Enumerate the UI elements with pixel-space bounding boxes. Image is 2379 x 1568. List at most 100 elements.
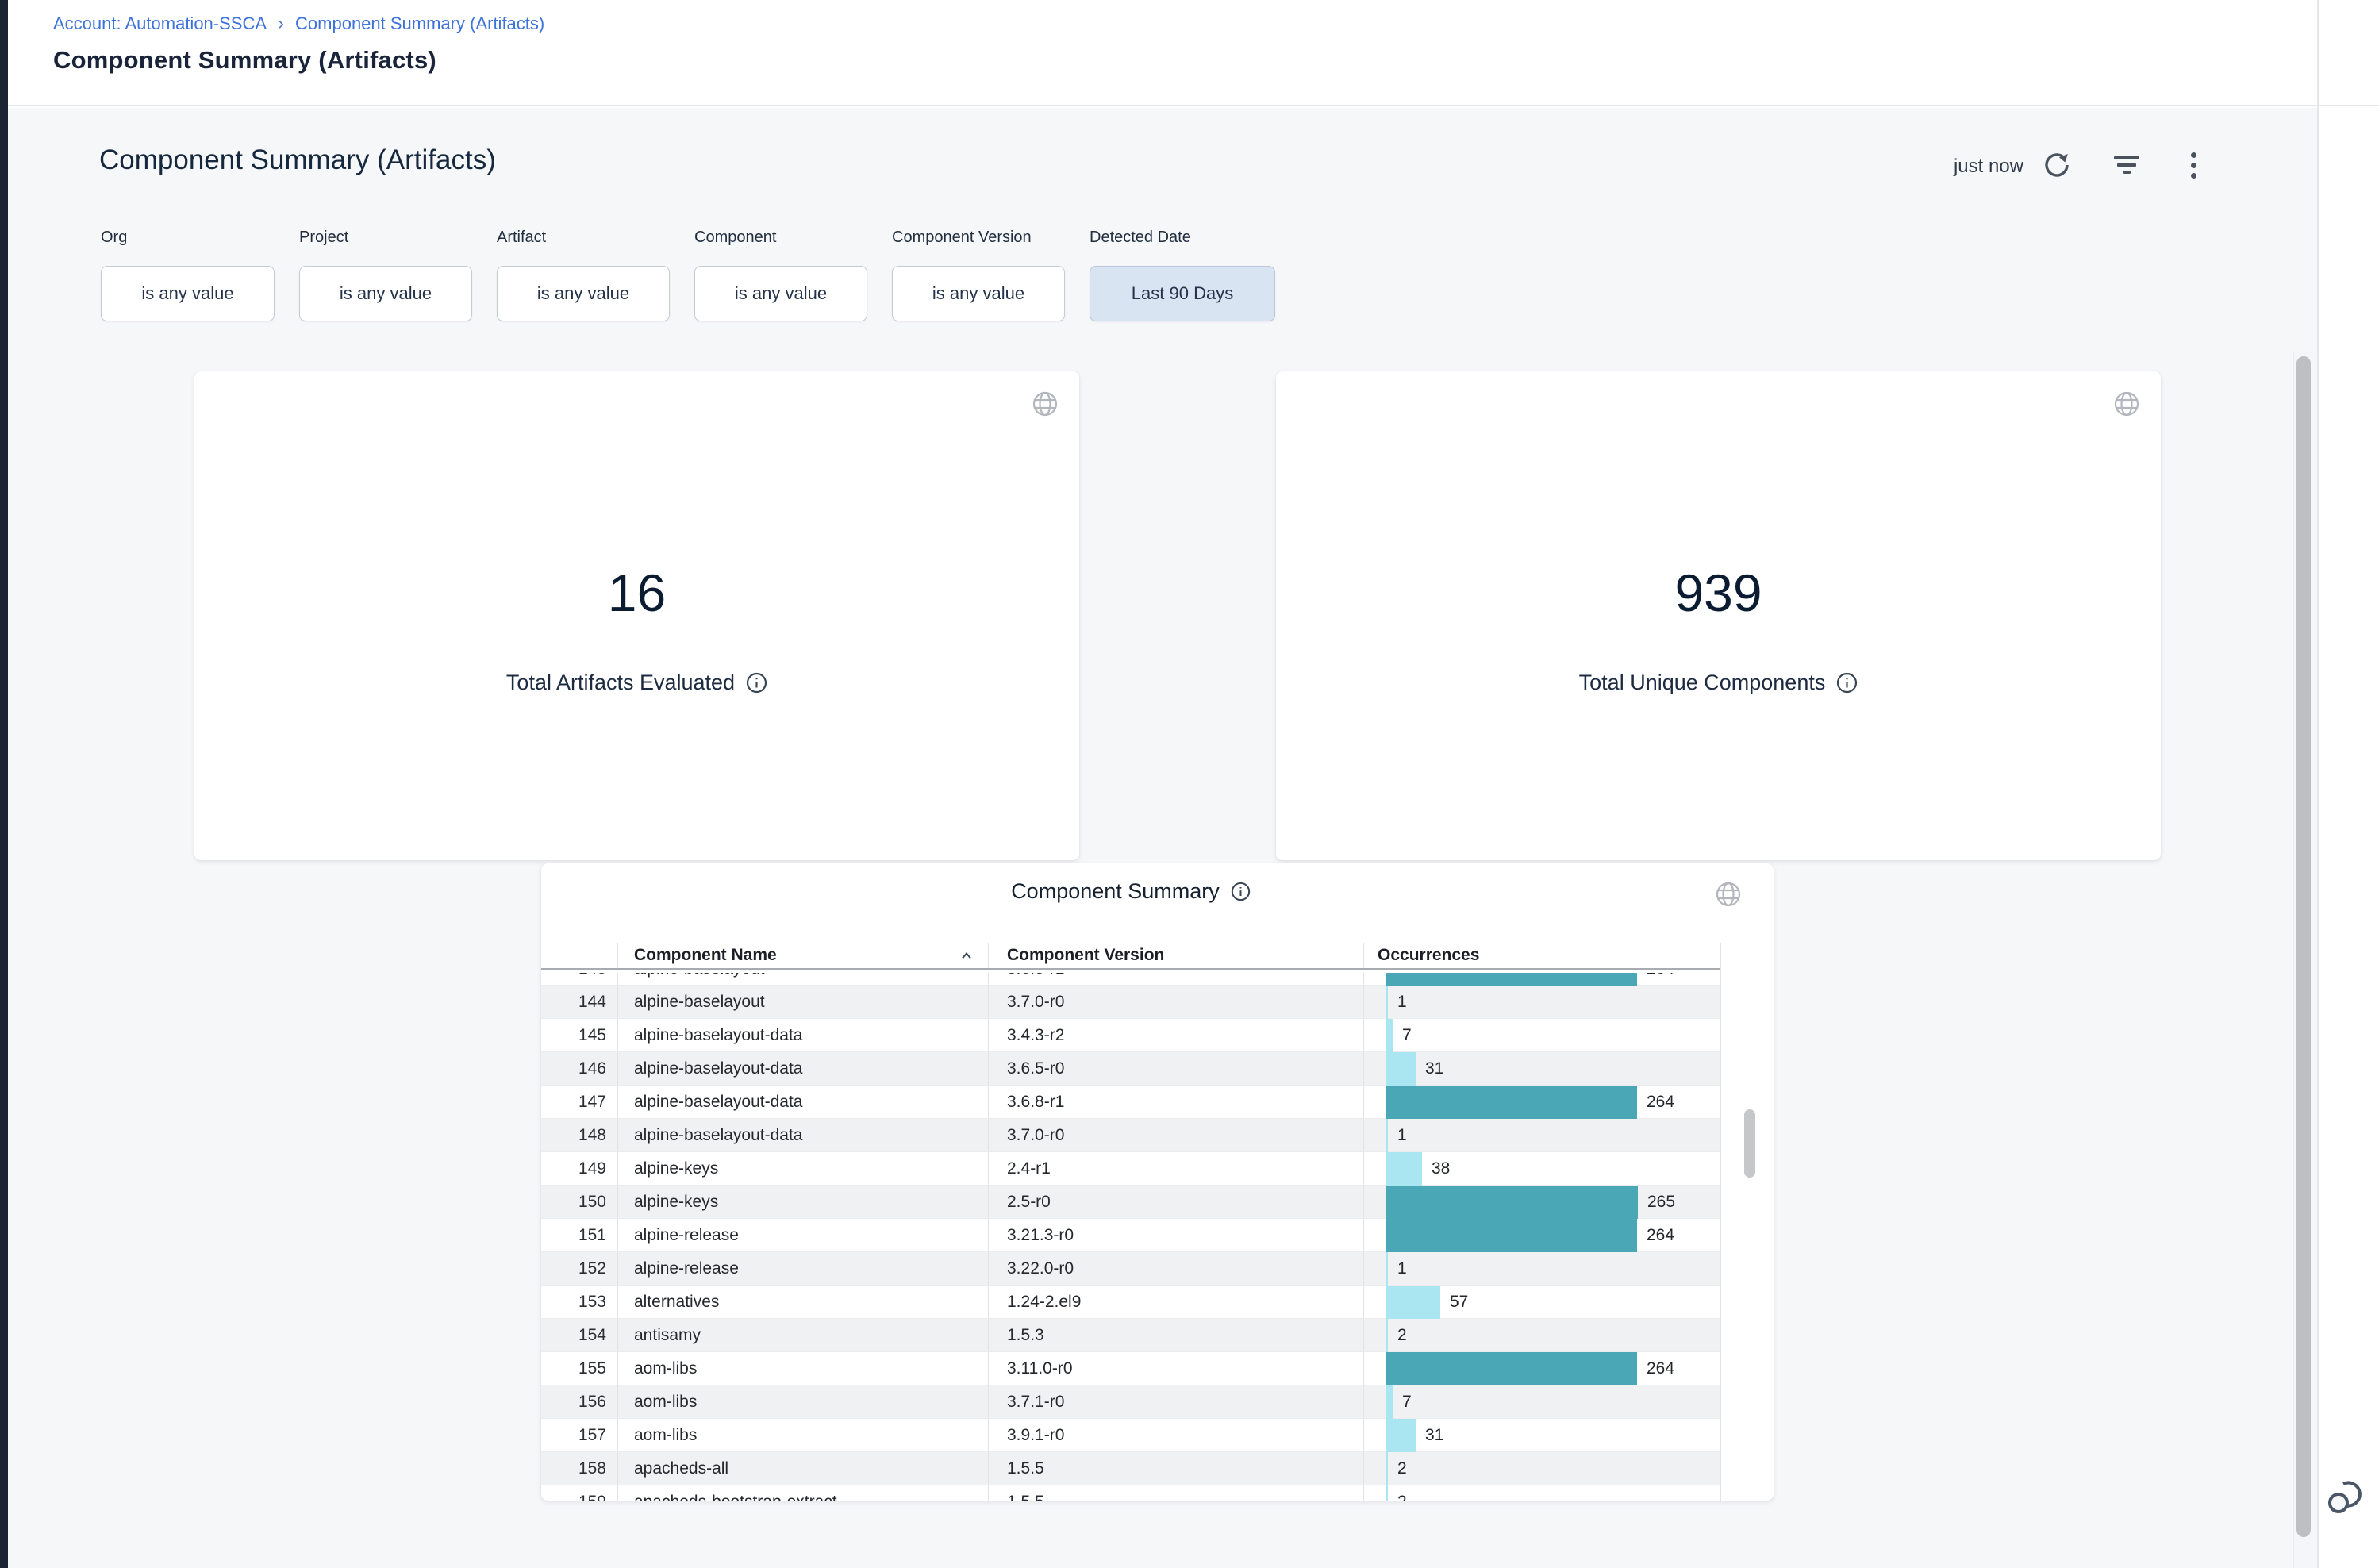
page-header: Account: Automation-SSCA › Component Sum… xyxy=(8,0,2379,106)
occurrences-cell: 2 xyxy=(1363,1452,1720,1485)
component-version-cell: 3.6.8-r1 xyxy=(988,973,1363,985)
refresh-icon xyxy=(2043,151,2071,179)
globe-icon[interactable] xyxy=(2113,390,2140,417)
occurrences-cell: 2 xyxy=(1363,1319,1720,1351)
filter-label: Org xyxy=(101,229,275,247)
occurrences-cell: 264 xyxy=(1363,973,1720,985)
table-row: 151alpine-release3.21.3-r0264 xyxy=(541,1219,1720,1252)
table-row: 153alternatives1.24-2.el957 xyxy=(541,1286,1720,1319)
row-index: 148 xyxy=(541,1119,617,1151)
dashboard-filters-button[interactable] xyxy=(2109,148,2144,183)
filter-label: Component xyxy=(694,229,867,247)
row-index: 145 xyxy=(541,1019,617,1051)
component-version-cell: 1.5.5 xyxy=(988,1452,1363,1485)
occurrence-bar xyxy=(1386,986,1388,1019)
dashboard-title: Component Summary (Artifacts) xyxy=(99,144,496,176)
component-version-cell: 3.6.5-r0 xyxy=(988,1052,1363,1085)
occurrence-value: 38 xyxy=(1432,1159,1450,1178)
occurrence-bar xyxy=(1386,1319,1388,1352)
last-refreshed-label: just now xyxy=(1948,156,2023,178)
component-name-cell: antisamy xyxy=(617,1319,988,1351)
component-version-cell: 3.9.1-r0 xyxy=(988,1419,1363,1451)
filter-label: Project xyxy=(299,229,472,247)
collapsed-nav-rail xyxy=(0,0,8,1568)
row-index: 147 xyxy=(541,1086,617,1118)
occurrences-column-header[interactable]: Occurrences xyxy=(1363,943,1720,968)
component-name-column-header[interactable]: Component Name xyxy=(617,943,988,968)
occurrences-cell: 264 xyxy=(1363,1352,1720,1385)
breadcrumb-account-link[interactable]: Account: Automation-SSCA xyxy=(53,13,267,34)
occurrence-value: 264 xyxy=(1647,1359,1674,1378)
component-name-cell: alpine-keys xyxy=(617,1152,988,1185)
component-name-cell: apacheds-all xyxy=(617,1452,988,1485)
table-row: 146alpine-baselayout-data3.6.5-r031 xyxy=(541,1052,1720,1086)
occurrence-bar xyxy=(1386,1086,1637,1119)
table-scrollbar-thumb[interactable] xyxy=(1744,1109,1755,1178)
info-icon[interactable] xyxy=(1836,672,1858,694)
component-version-cell: 1.24-2.el9 xyxy=(988,1286,1363,1318)
filter-component-button[interactable]: is any value xyxy=(694,266,867,321)
component-version-cell: 3.11.0-r0 xyxy=(988,1352,1363,1385)
occurrence-value: 31 xyxy=(1425,1059,1443,1078)
refresh-button[interactable] xyxy=(2039,148,2074,183)
filter-detected-date-button[interactable]: Last 90 Days xyxy=(1090,266,1275,321)
occurrence-bar xyxy=(1386,1352,1637,1385)
component-name-cell: alpine-release xyxy=(617,1219,988,1251)
row-index: 152 xyxy=(541,1252,617,1285)
component-name-cell: aom-libs xyxy=(617,1352,988,1385)
total-artifacts-label: Total Artifacts Evaluated xyxy=(506,671,735,694)
dashboard-actions-button[interactable] xyxy=(2176,148,2211,183)
info-icon[interactable] xyxy=(746,672,767,694)
component-version-cell: 1.5.3 xyxy=(988,1319,1363,1351)
row-index: 149 xyxy=(541,1152,617,1185)
support-chat-button[interactable] xyxy=(2322,1473,2369,1520)
component-version-cell: 3.6.8-r1 xyxy=(988,1086,1363,1118)
sort-asc-icon xyxy=(959,951,974,960)
filter-label: Component Version xyxy=(892,229,1065,247)
component-name-cell: alpine-baselayout xyxy=(617,973,988,985)
row-index: 146 xyxy=(541,1052,617,1085)
filter-artifact-button[interactable]: is any value xyxy=(497,266,670,321)
component-version-cell: 1.5.5 xyxy=(988,1485,1363,1501)
occurrence-bar xyxy=(1386,1052,1416,1086)
component-name-cell: aom-libs xyxy=(617,1385,988,1418)
filter-label: Artifact xyxy=(497,229,670,247)
filters-row: Org is any value Project is any value Artifa… xyxy=(101,229,1275,321)
occurrence-value: 7 xyxy=(1402,1393,1412,1412)
component-name-cell: alpine-baselayout-data xyxy=(617,1086,988,1118)
component-version-column-header[interactable]: Component Version xyxy=(988,943,1363,968)
occurrences-cell: 1 xyxy=(1363,986,1720,1018)
breadcrumb-dashboard-link[interactable]: Component Summary (Artifacts) xyxy=(295,13,544,34)
component-version-cell: 3.21.3-r0 xyxy=(988,1219,1363,1251)
filter-org-button[interactable]: is any value xyxy=(101,266,275,321)
row-index: 151 xyxy=(541,1219,617,1251)
row-index: 158 xyxy=(541,1452,617,1485)
info-icon[interactable] xyxy=(1231,882,1251,901)
filter-component-version-button[interactable]: is any value xyxy=(892,266,1065,321)
globe-icon[interactable] xyxy=(1032,390,1059,417)
table-row: 156aom-libs3.7.1-r07 xyxy=(541,1385,1720,1419)
component-name-cell: alpine-release xyxy=(617,1252,988,1285)
filter-icon xyxy=(2114,156,2139,174)
occurrence-bar xyxy=(1386,973,1637,986)
breadcrumb-separator-icon: › xyxy=(278,15,284,33)
occurrence-bar xyxy=(1386,1286,1440,1319)
component-name-cell: alternatives xyxy=(617,1286,988,1318)
clipped-table-row: 143alpine-baselayout3.6.8-r1264 xyxy=(541,973,1720,986)
occurrences-cell: 7 xyxy=(1363,1385,1720,1418)
index-column-header xyxy=(541,943,617,968)
occurrence-value: 264 xyxy=(1647,1093,1674,1112)
table-row: 147alpine-baselayout-data3.6.8-r1 264 xyxy=(541,1086,1720,1119)
row-index: 144 xyxy=(541,986,617,1018)
occurrence-bar xyxy=(1386,1252,1388,1286)
occurrences-cell: 2 xyxy=(1363,1485,1720,1501)
filter-project-button[interactable]: is any value xyxy=(299,266,472,321)
table-body: 143alpine-baselayout3.6.8-r1264144alpine… xyxy=(541,973,1720,1501)
occurrence-bar xyxy=(1386,1152,1422,1186)
row-index: 155 xyxy=(541,1352,617,1385)
globe-icon[interactable] xyxy=(1715,881,1742,908)
occurrences-cell: 38 xyxy=(1363,1152,1720,1185)
component-name-cell: aom-libs xyxy=(617,1419,988,1451)
page-scrollbar-thumb[interactable] xyxy=(2296,356,2311,1537)
table-row: 154antisamy1.5.32 xyxy=(541,1319,1720,1352)
